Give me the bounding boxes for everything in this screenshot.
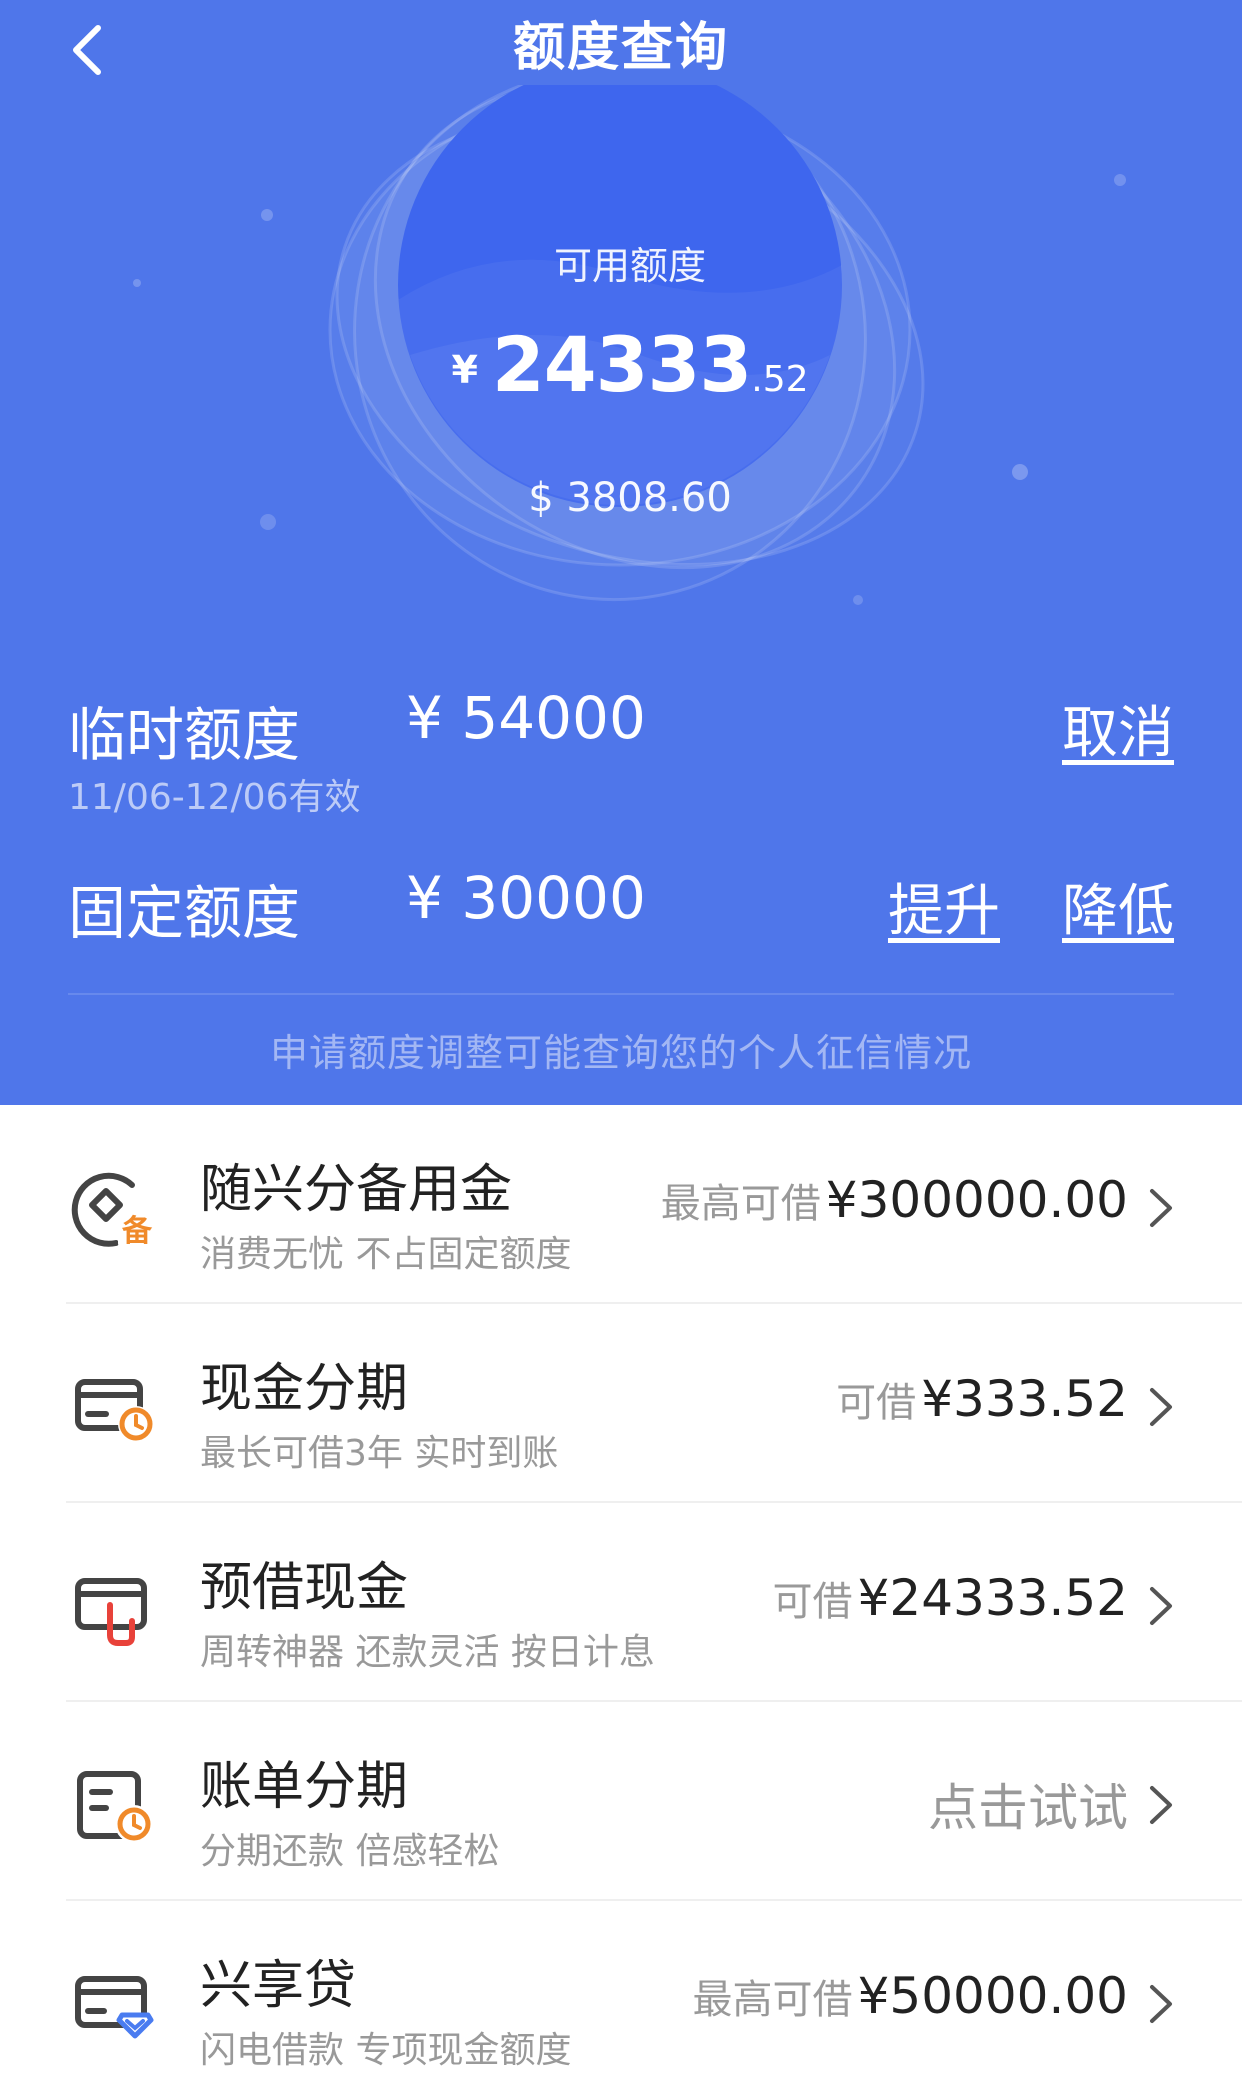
- backup-fund-icon: 备: [71, 1172, 156, 1249]
- list-item-cash-installment[interactable]: 现金分期 最长可借3年 实时到账 可借 ¥333.52: [0, 1304, 1242, 1503]
- amount-value: ¥300000.00: [825, 1171, 1128, 1229]
- lower-quota-link[interactable]: 降低: [1062, 866, 1174, 947]
- item-subtitle: 消费无忧 不占固定额度: [200, 1234, 572, 1275]
- svg-text:备: 备: [122, 1214, 153, 1249]
- item-title: 预借现金: [200, 1558, 409, 1618]
- item-title: 随兴分备用金: [200, 1160, 513, 1220]
- amount-value: ¥24333.52: [857, 1569, 1128, 1627]
- amount-value: ¥333.52: [921, 1370, 1128, 1428]
- item-title: 兴享贷: [200, 1956, 357, 2016]
- chevron-right-icon: [1150, 1985, 1172, 2023]
- temp-quota-value: ¥ 54000: [406, 684, 646, 752]
- list-item-bill-installment[interactable]: 账单分期 分期还款 倍感轻松 点击试试: [0, 1702, 1242, 1901]
- item-subtitle: 闪电借款 专项现金额度: [200, 2030, 572, 2071]
- item-title: 现金分期: [200, 1359, 409, 1419]
- fixed-quota-row: 固定额度 ¥ 30000 提升 降低: [68, 864, 1174, 956]
- temp-quota-label: 临时额度: [68, 701, 301, 769]
- bill-installment-icon: [77, 1771, 153, 1843]
- list-item-cash-advance[interactable]: 预借现金 周转神器 还款灵活 按日计息 可借 ¥24333.52: [0, 1503, 1242, 1702]
- item-amount: 可借 ¥24333.52: [773, 1569, 1128, 1627]
- available-quota-label: 可用额度: [553, 244, 706, 288]
- item-subtitle: 分期还款 倍感轻松: [200, 1831, 500, 1872]
- raise-quota-link[interactable]: 提升: [888, 866, 1000, 947]
- cash-advance-icon: [75, 1578, 147, 1646]
- usd-amount: $ 3808.60: [528, 475, 732, 521]
- back-button[interactable]: [58, 14, 128, 84]
- amount-value: ¥50000.00: [857, 1967, 1128, 2025]
- currency-symbol: ¥: [451, 348, 478, 392]
- amount-integer: 24333: [491, 320, 752, 409]
- temp-quota-validity: 11/06-12/06有效: [68, 777, 361, 818]
- item-subtitle: 最长可借3年 实时到账: [200, 1433, 559, 1474]
- item-amount: 可借 ¥333.52: [836, 1370, 1128, 1428]
- item-try: 点击试试: [928, 1768, 1128, 1840]
- amount-prefix: 可借: [772, 1579, 853, 1625]
- amount-prefix: 最高可借: [692, 1977, 853, 2023]
- divider: [68, 993, 1174, 995]
- page-title: 额度查询: [512, 18, 729, 78]
- chevron-right-icon: [1150, 1189, 1172, 1227]
- loan-products-list: 备 随兴分备用金 消费无忧 不占固定额度 最高可借 ¥300000.00 现金分…: [0, 1105, 1242, 2091]
- chevron-right-icon: [1150, 1786, 1172, 1824]
- list-item-xing-loan[interactable]: 兴享贷 闪电借款 专项现金额度 最高可借 ¥50000.00: [0, 1901, 1242, 2091]
- available-quota-orb: 可用额度 ¥24333.52 $ 3808.60: [300, 85, 960, 645]
- xing-loan-icon: [75, 1976, 154, 2039]
- temp-quota-row: 临时额度 ¥ 54000 11/06-12/06有效 取消: [68, 684, 1174, 818]
- item-amount: 最高可借 ¥50000.00: [693, 1967, 1128, 2025]
- try-label: 点击试试: [928, 1779, 1128, 1837]
- cancel-temp-quota-link[interactable]: 取消: [1062, 688, 1174, 769]
- amount-decimal: .52: [751, 359, 809, 400]
- item-title: 账单分期: [200, 1757, 409, 1817]
- fixed-quota-label: 固定额度: [68, 879, 301, 947]
- credit-check-notice: 申请额度调整可能查询您的个人征信情况: [269, 1031, 972, 1075]
- chevron-right-icon: [1150, 1587, 1172, 1625]
- item-amount: 最高可借 ¥300000.00: [661, 1171, 1128, 1229]
- chevron-right-icon: [1150, 1388, 1172, 1426]
- fixed-quota-value: ¥ 30000: [406, 864, 646, 932]
- amount-prefix: 最高可借: [660, 1181, 821, 1227]
- amount-prefix: 可借: [836, 1380, 917, 1426]
- list-item-backup-fund[interactable]: 备 随兴分备用金 消费无忧 不占固定额度 最高可借 ¥300000.00: [0, 1105, 1242, 1304]
- quota-hero: 额度查询 可用额度 ¥24333.52 $ 3808.60 临时额度 ¥ 540…: [0, 0, 1242, 1105]
- available-quota-amount: ¥24333.52: [300, 320, 960, 409]
- item-subtitle: 周转神器 还款灵活 按日计息: [200, 1632, 655, 1673]
- cash-installment-icon: [75, 1379, 154, 1442]
- chevron-left-icon: [73, 25, 101, 75]
